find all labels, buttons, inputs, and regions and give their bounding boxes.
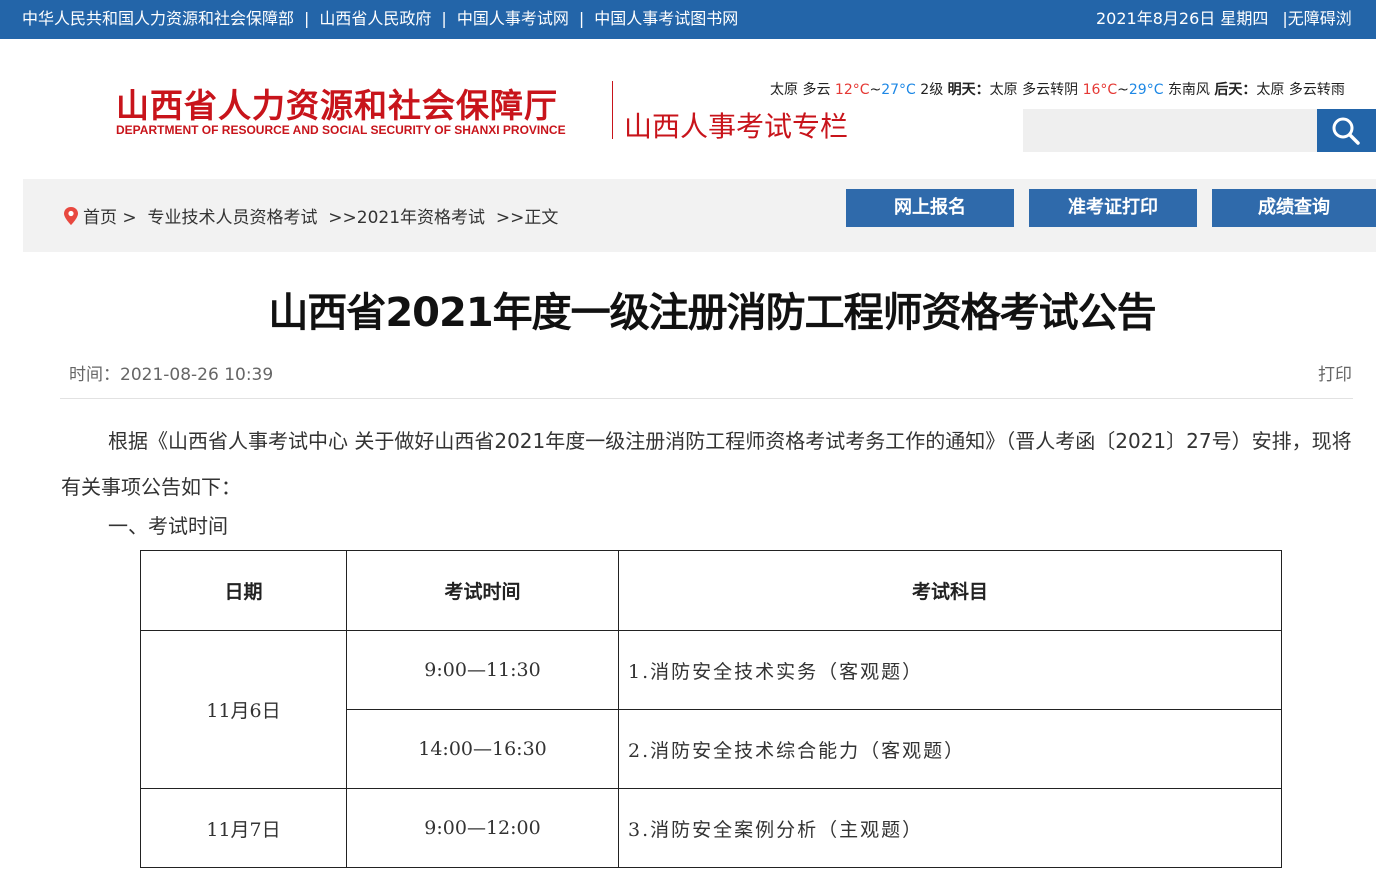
weather-tomorrow-low: 16°C (1082, 82, 1118, 98)
weather-tomorrow-high: 29°C (1128, 82, 1164, 98)
table-row: 11月6日 9:00—11:30 1.消防安全技术实务（客观题） (140, 630, 1282, 789)
header-subject: 考试科目 (618, 550, 1282, 631)
article-title: 山西省2021年度一级注册消防工程师资格考试公告 (268, 290, 1156, 336)
location-pin-icon (64, 207, 78, 225)
top-bar: 中华人民共和国人力资源和社会保障部 | 山西省人民政府 | 中国人事考试网 | 中国人事考试… (0, 0, 1376, 39)
table-header-row: 日期 考试时间 考试科目 (140, 550, 1282, 631)
cell-time: 14:00—16:30 (346, 709, 619, 789)
weather-today-wind: 2级 (920, 82, 944, 98)
divider (60, 398, 1353, 399)
cell-time: 9:00—12:00 (346, 788, 619, 868)
top-separator: | (441, 9, 447, 28)
current-date: 2021年8月26日 星期四 (1096, 9, 1269, 28)
weather-today-high: 27°C (881, 82, 916, 98)
weather-today: 太原 多云 (770, 82, 831, 98)
article-container: 山西省2021年度一级注册消防工程师资格考试公告 时间：2021-08-26 1… (37, 252, 1376, 876)
logo-title[interactable]: 山西省人力资源和社会保障厅 (116, 79, 558, 127)
cell-date: 11月6日 (140, 630, 347, 789)
link-mohrss[interactable]: 中华人民共和国人力资源和社会保障部 (22, 9, 294, 28)
header-time: 考试时间 (346, 550, 619, 631)
weather-ticker: 太原 多云 12°C~27°C 2级 明天：太原 多云转阴 16°C~29°C … (770, 79, 1376, 101)
link-shanxi-gov[interactable]: 山西省人民政府 (319, 9, 431, 28)
breadcrumb-home[interactable]: 首页 > (83, 208, 137, 228)
breadcrumb-2021-exams[interactable]: >>2021年资格考试 (328, 208, 485, 228)
section-heading: 一、考试时间 (108, 514, 228, 538)
intro-paragraph: 根据《山西省人事考试中心 关于做好山西省2021年度一级注册消防工程师资格考试考… (61, 429, 1352, 499)
header-date: 日期 (140, 550, 347, 631)
accessibility-link[interactable]: |无障碍浏 (1282, 9, 1351, 28)
column-title: 山西人事考试专栏 (624, 110, 849, 143)
top-links: 中华人民共和国人力资源和社会保障部 | 山西省人民政府 | 中国人事考试网 | 中国人事考试… (22, 0, 738, 39)
top-separator: | (578, 9, 585, 28)
weather-after-label: 后天： (1214, 82, 1257, 98)
weather-tomorrow: 太原 多云转阴 (989, 82, 1079, 98)
weather-today-low: 12°C (834, 82, 870, 98)
cell-time: 9:00—11:30 (346, 630, 619, 710)
score-query-button[interactable]: 成绩查询 (1212, 189, 1376, 227)
publish-time: 时间：2021-08-26 10:39 (69, 365, 274, 385)
link-cpta-books[interactable]: 中国人事考试图书网 (594, 9, 738, 28)
cell-subject: 3.消防安全案例分析（主观题） (618, 788, 1282, 868)
weather-tomorrow-wind: 东南风 (1167, 82, 1210, 98)
print-link[interactable]: 打印 (1318, 360, 1352, 385)
link-cpta[interactable]: 中国人事考试网 (457, 9, 569, 28)
weather-tomorrow-label: 明天： (947, 82, 990, 98)
weather-tilde: ~ (869, 82, 882, 98)
cell-subject: 1.消防安全技术实务（客观题） (618, 630, 1282, 710)
breadcrumb: 首页 > 专业技术人员资格考试 >>2021年资格考试 >>正文 (63, 203, 558, 228)
search-input[interactable] (1023, 109, 1317, 152)
logo-subtitle-en: DEPARTMENT OF RESOURCE AND SOCIAL SECURI… (116, 123, 566, 137)
site-header: 山西省人力资源和社会保障厅 DEPARTMENT OF RESOURCE AND… (0, 39, 1376, 179)
cell-subject: 2.消防安全技术综合能力（客观题） (618, 709, 1282, 789)
table-row: 11月7日 9:00—12:00 3.消防安全案例分析（主观题） (140, 788, 1282, 868)
top-separator: | (304, 9, 310, 28)
breadcrumb-bar: 首页 > 专业技术人员资格考试 >>2021年资格考试 >>正文 网上报名 准考… (23, 179, 1376, 252)
weather-tilde: ~ (1117, 82, 1129, 98)
online-registration-button[interactable]: 网上报名 (846, 189, 1014, 227)
breadcrumb-professional-exams[interactable]: 专业技术人员资格考试 (147, 208, 317, 228)
logo-divider (612, 81, 613, 139)
search-button[interactable] (1317, 109, 1376, 152)
cell-date: 11月7日 (140, 788, 347, 868)
top-right: 2021年8月26日 星期四 |无障碍浏 (1096, 0, 1376, 39)
breadcrumb-current: >>正文 (495, 208, 559, 228)
exam-schedule-table: 日期 考试时间 考试科目 11月6日 9:00—11:30 1.消防安全技术实务… (140, 550, 1282, 868)
search-icon (1332, 117, 1360, 145)
weather-after: 太原 多云转雨 (1256, 82, 1345, 98)
admission-ticket-print-button[interactable]: 准考证打印 (1029, 189, 1197, 227)
